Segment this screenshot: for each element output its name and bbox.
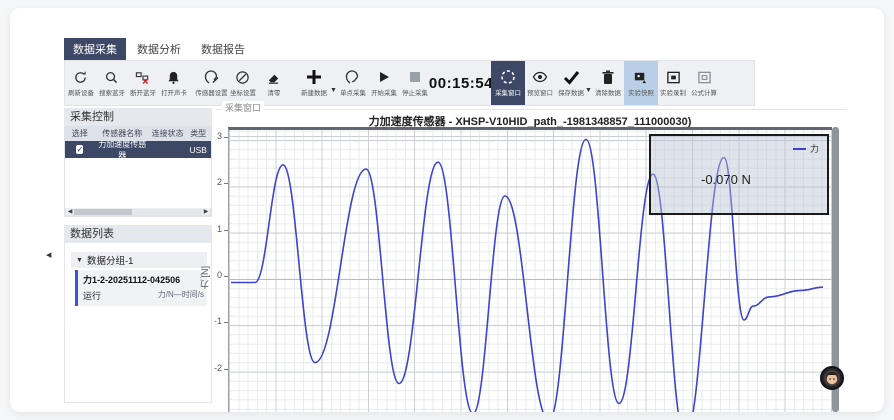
bell-icon (166, 69, 181, 86)
chart-legend: 力 (793, 142, 819, 155)
annotation-value: -0.070 N (701, 172, 751, 187)
data-list-body: ▼ 数据分组-1 力1-2-20251112-042506 ⋮ 运行 力/N—时… (64, 243, 212, 403)
data-list-section: 数据列表 ▼ 数据分组-1 力1-2-20251112-042506 ⋮ 运行 … (64, 225, 212, 403)
trash-icon (601, 69, 615, 86)
ear-icon (345, 69, 361, 86)
save-data-button[interactable]: 保存数据 (556, 61, 587, 105)
selection-annotation-box[interactable]: 力 -0.070 N (649, 134, 829, 215)
sensor-table-hscroll[interactable]: ◀ ▶ (65, 208, 211, 216)
experiment-record-button[interactable]: 实验录制 (658, 61, 689, 105)
data-item-axes: 力/N—时间/s (158, 289, 204, 302)
data-item-status: 运行 (83, 289, 101, 302)
eraser-icon (266, 69, 281, 86)
experiment-snapshot-button[interactable]: 实验快照 (624, 61, 658, 105)
open-soundcard-button[interactable]: 打开声卡 (158, 61, 189, 105)
y-tick-m2: -2 (206, 363, 222, 373)
record-icon (666, 69, 681, 86)
selection-circle-icon (500, 69, 516, 86)
stop-collect-button[interactable]: 停止采集 (400, 61, 431, 105)
y-tick-2: 2 (206, 177, 222, 187)
search-icon (104, 69, 119, 86)
scroll-right-icon[interactable]: ▶ (202, 208, 210, 216)
tab-data-analysis[interactable]: 数据分析 (128, 38, 190, 60)
legend-line-swatch (793, 148, 806, 150)
sensor-table: 选择 传感器名称 连接状态 类型 ✓ 力加速度传感器 USB ◀ ▶ (64, 126, 212, 217)
collection-control-header: 采集控制 (64, 108, 212, 126)
y-tick-3: 3 (206, 131, 222, 141)
ear-pencil-icon (204, 69, 220, 86)
data-list-header: 数据列表 (64, 225, 212, 243)
collection-window-button[interactable]: 采集窗口 (491, 61, 525, 105)
toolbar: 刷新设备 搜索蓝牙 断开蓝牙 打开声卡 传感器设置 坐标设置 (64, 60, 755, 106)
main-tabs: 数据采集 数据分析 数据报告 (64, 38, 254, 60)
sensor-table-body (65, 158, 211, 208)
sensor-type: USB (185, 145, 211, 155)
data-item-name: 力1-2-20251112-042506 (83, 273, 204, 286)
formula-icon (697, 69, 712, 86)
bluetooth-disconnect-icon (135, 69, 150, 86)
check-icon (563, 69, 580, 86)
stop-icon (409, 69, 421, 86)
sensor-checkbox[interactable]: ✓ (76, 145, 83, 154)
start-collect-button[interactable]: 开始采集 (369, 61, 400, 105)
refresh-icon (73, 69, 88, 86)
panel-collapse-handle[interactable]: ◀ (46, 251, 51, 259)
search-bluetooth-button[interactable]: 搜索蓝牙 (96, 61, 127, 105)
chart-plot-area[interactable]: 力 -0.070 N (228, 127, 832, 412)
clear-data-button[interactable]: 清除数据 (593, 61, 624, 105)
avatar-face-icon (823, 369, 841, 387)
data-group-row[interactable]: ▼ 数据分组-1 (71, 252, 207, 268)
new-data-button[interactable]: 新建数据 (296, 61, 332, 105)
chart-groupbox-label: 采集窗口 (222, 101, 264, 114)
data-item[interactable]: 力1-2-20251112-042506 ⋮ 运行 力/N—时间/s (75, 270, 207, 306)
tab-data-collect[interactable]: 数据采集 (64, 38, 126, 60)
scroll-left-icon[interactable]: ◀ (66, 208, 74, 216)
edit-circle-icon (235, 69, 250, 86)
formula-calc-button[interactable]: 公式计算 (689, 61, 720, 105)
y-axis-label: 力 [N] (198, 266, 211, 289)
chevron-down-icon: ▼ (76, 257, 83, 264)
plot-settings-button[interactable]: 坐标设置 (227, 61, 258, 105)
sensor-name: 力加速度传感器 (95, 139, 150, 161)
assistant-avatar-button[interactable] (820, 366, 844, 390)
plus-icon (305, 69, 323, 86)
toolbar-gap (289, 61, 296, 105)
snapshot-icon (633, 69, 648, 86)
left-panel: 采集控制 选择 传感器名称 连接状态 类型 ✓ 力加速度传感器 USB ◀ ▶ (64, 108, 212, 403)
disconnect-bluetooth-button[interactable]: 断开蓝牙 (127, 61, 158, 105)
sensor-settings-button[interactable]: 传感器设置 (196, 61, 227, 105)
collect-timer: 00:15:54 (431, 61, 491, 105)
hscroll-thumb[interactable] (74, 209, 132, 215)
refresh-device-button[interactable]: 刷新设备 (65, 61, 96, 105)
preview-window-button[interactable]: 预览窗口 (525, 61, 556, 105)
sensor-row[interactable]: ✓ 力加速度传感器 USB (65, 141, 211, 158)
legend-label: 力 (810, 142, 819, 155)
eye-icon (532, 69, 548, 86)
play-icon (377, 69, 391, 86)
app-window: 数据采集 数据分析 数据报告 刷新设备 搜索蓝牙 断开蓝牙 打开声卡 (10, 8, 884, 412)
y-tick-1: 1 (206, 224, 222, 234)
tab-data-report[interactable]: 数据报告 (192, 38, 254, 60)
chart-groupbox-line (216, 109, 846, 110)
toolbar-gap (189, 61, 196, 105)
y-tick-m1: -1 (206, 316, 222, 326)
zero-button[interactable]: 清零 (258, 61, 289, 105)
single-point-button[interactable]: 单点采集 (338, 61, 369, 105)
